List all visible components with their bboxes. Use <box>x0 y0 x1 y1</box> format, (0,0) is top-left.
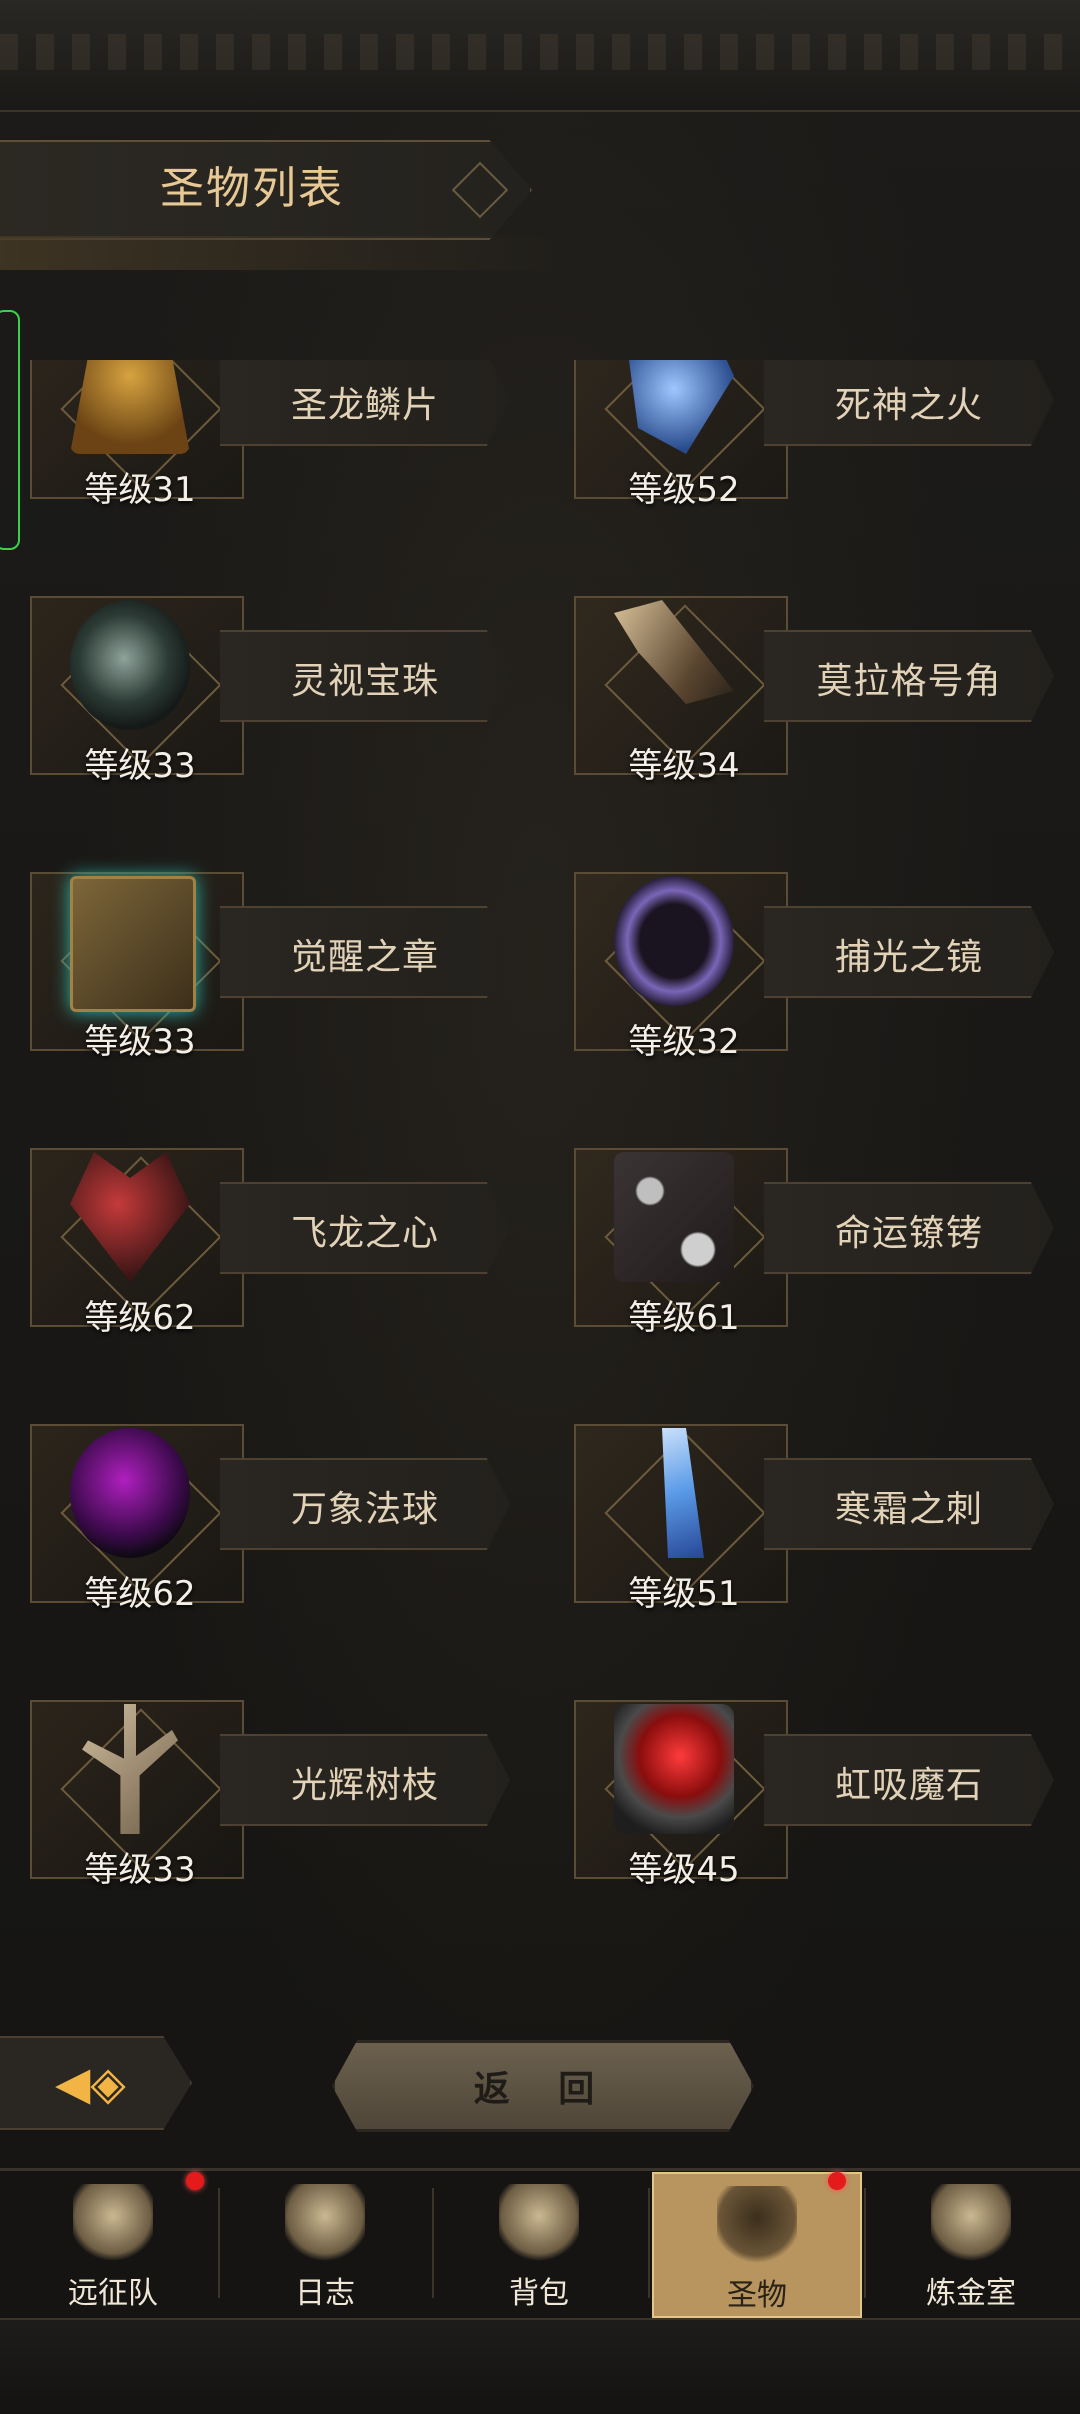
nav-item-journal[interactable]: 日志 <box>222 2172 428 2314</box>
torch-icon <box>717 2186 797 2266</box>
relic-card[interactable]: 万象法球 等级62 <box>0 1384 520 1614</box>
nav-item-expedition[interactable]: 远征队 <box>10 2172 216 2314</box>
nav-label: 圣物 <box>727 2278 787 2313</box>
relic-name: 灵视宝珠 <box>290 661 439 702</box>
nav-divider <box>864 2188 866 2298</box>
nav-label: 炼金室 <box>926 2276 1016 2311</box>
relic-level: 等级45 <box>628 1850 740 1890</box>
nav-item-backpack[interactable]: 背包 <box>436 2172 642 2314</box>
relic-card[interactable]: 灵视宝珠 等级33 <box>0 556 520 786</box>
nav-item-alchemy[interactable]: 炼金室 <box>868 2172 1074 2314</box>
relic-level: 等级61 <box>628 1298 740 1338</box>
relic-name: 圣龙鳞片 <box>290 385 439 426</box>
nav-divider <box>648 2188 650 2298</box>
relic-name: 寒霜之刺 <box>834 1489 983 1530</box>
nav-label: 远征队 <box>68 2276 158 2311</box>
relic-level: 等级62 <box>84 1574 196 1614</box>
relic-level: 等级33 <box>84 746 196 786</box>
notification-badge <box>186 2172 204 2190</box>
relic-card[interactable]: 光辉树枝 等级33 <box>0 1660 520 1890</box>
relic-card[interactable]: 虹吸魔石 等级45 <box>544 1660 1064 1890</box>
relic-level: 等级31 <box>84 470 196 510</box>
relic-card[interactable]: 寒霜之刺 等级51 <box>544 1384 1064 1614</box>
relic-card[interactable]: 莫拉格号角 等级34 <box>544 556 1064 786</box>
ruby-stone-icon <box>614 1704 734 1834</box>
relic-card-partial[interactable] <box>0 1900 520 1950</box>
viking-helmet-icon <box>73 2184 153 2264</box>
relic-card[interactable]: 命运镣铐 等级61 <box>544 1108 1064 1338</box>
relic-name: 飞龙之心 <box>290 1213 439 1254</box>
back-button[interactable]: 返 回 <box>332 2040 754 2132</box>
relic-level: 等级34 <box>628 746 740 786</box>
relic-name: 虹吸魔石 <box>834 1765 983 1806</box>
relic-level: 等级51 <box>628 1574 740 1614</box>
nav-divider <box>218 2188 220 2298</box>
relic-list[interactable]: 圣龙鳞片 等级31 死神之火 等级52 灵视宝珠 等级33 莫拉格号角 等级34… <box>0 360 1080 1950</box>
relic-level: 等级33 <box>84 1022 196 1062</box>
nav-item-relics[interactable]: 圣物 <box>652 2172 862 2318</box>
shackles-icon <box>614 1152 734 1282</box>
nav-label: 日志 <box>295 2276 355 2311</box>
nav-divider <box>432 2188 434 2298</box>
relic-card[interactable]: 圣龙鳞片 等级31 <box>0 360 520 510</box>
relic-name: 光辉树枝 <box>290 1765 439 1806</box>
relic-level: 等级52 <box>628 470 740 510</box>
collapse-arrow-button[interactable]: ◀◈ <box>0 2036 192 2130</box>
vision-orb-icon <box>70 600 190 730</box>
purple-orb-icon <box>70 1428 190 1558</box>
arrow-left-icon: ◀◈ <box>55 2056 126 2110</box>
relic-name: 捕光之镜 <box>834 937 983 978</box>
bottom-ornament-border <box>0 2318 1080 2414</box>
title-underline <box>0 236 560 270</box>
diamond-ornament-icon <box>451 161 509 219</box>
page-title: 圣物列表 <box>160 163 344 214</box>
relic-name: 命运镣铐 <box>834 1213 983 1254</box>
relic-level: 等级33 <box>84 1850 196 1890</box>
mirror-icon <box>614 876 734 1006</box>
alchemy-icon <box>931 2184 1011 2264</box>
relic-level: 等级62 <box>84 1298 196 1338</box>
relic-name: 死神之火 <box>834 385 983 426</box>
notification-badge <box>828 2172 846 2190</box>
book-icon <box>70 876 196 1012</box>
nav-label: 背包 <box>509 2276 569 2311</box>
relic-name: 万象法球 <box>290 1489 439 1530</box>
relic-name: 觉醒之章 <box>290 937 439 978</box>
relic-card-partial[interactable] <box>544 1900 1064 1950</box>
relic-card[interactable]: 飞龙之心 等级62 <box>0 1108 520 1338</box>
scroll-icon <box>285 2184 365 2264</box>
relic-name: 莫拉格号角 <box>816 661 1002 702</box>
relic-card[interactable]: 死神之火 等级52 <box>544 360 1064 510</box>
relic-level: 等级32 <box>628 1022 740 1062</box>
dragon-scale-icon <box>70 360 190 454</box>
top-ornament-border <box>0 0 1080 112</box>
relic-card[interactable]: 觉醒之章 等级33 <box>0 832 520 1062</box>
backpack-icon <box>499 2184 579 2264</box>
relic-card[interactable]: 捕光之镜 等级32 <box>544 832 1064 1062</box>
